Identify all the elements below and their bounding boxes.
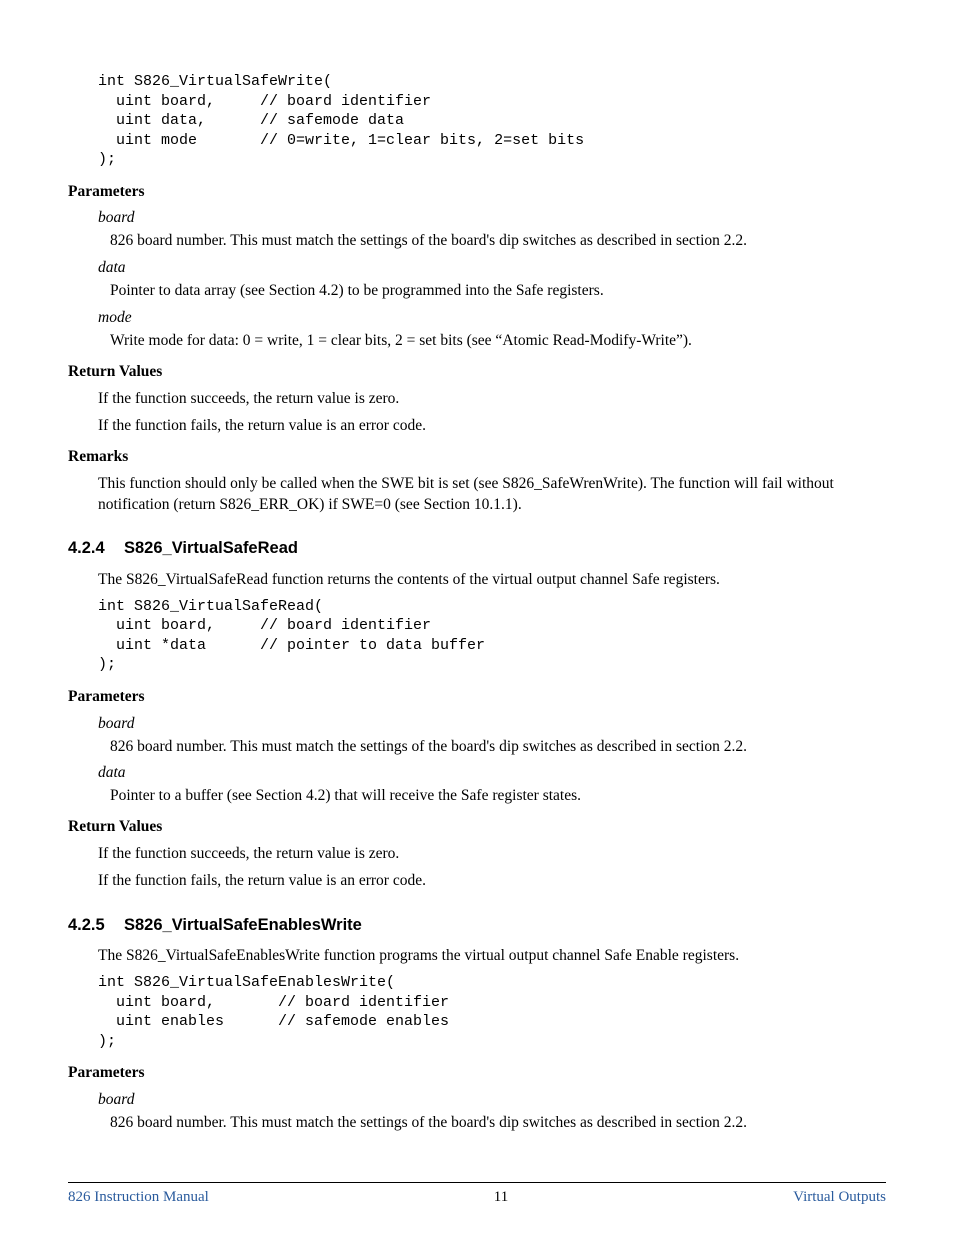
return-fail: If the function fails, the return value …	[98, 416, 886, 437]
footer-page-number: 11	[494, 1187, 508, 1207]
param-board-425: board	[98, 1090, 886, 1111]
param-data-desc: Pointer to data array (see Section 4.2) …	[110, 281, 886, 302]
return-success-424: If the function succeeds, the return val…	[98, 844, 886, 865]
param-board-424: board	[98, 714, 886, 735]
parameters-heading: Parameters	[68, 182, 886, 203]
return-values-heading: Return Values	[68, 362, 886, 383]
param-board-desc-424: 826 board number. This must match the se…	[110, 737, 886, 758]
param-mode: mode	[98, 308, 886, 329]
parameters-heading-424: Parameters	[68, 687, 886, 708]
param-mode-desc: Write mode for data: 0 = write, 1 = clea…	[110, 331, 886, 352]
param-board-desc-425: 826 board number. This must match the se…	[110, 1113, 886, 1134]
param-board: board	[98, 208, 886, 229]
section-number-425: 4.2.5	[68, 914, 124, 936]
param-data: data	[98, 258, 886, 279]
param-board-desc: 826 board number. This must match the se…	[110, 231, 886, 252]
section-title-425: S826_VirtualSafeEnablesWrite	[124, 916, 362, 934]
section-424-intro: The S826_VirtualSafeRead function return…	[98, 570, 886, 591]
footer-left: 826 Instruction Manual	[68, 1187, 209, 1207]
section-425-heading: 4.2.5S826_VirtualSafeEnablesWrite	[68, 914, 886, 936]
footer-right: Virtual Outputs	[793, 1187, 886, 1207]
remarks-heading: Remarks	[68, 447, 886, 468]
return-success: If the function succeeds, the return val…	[98, 389, 886, 410]
param-data-424: data	[98, 763, 886, 784]
section-title: S826_VirtualSafeRead	[124, 539, 298, 557]
code-block-saferead: int S826_VirtualSafeRead( uint board, //…	[98, 597, 886, 675]
param-data-desc-424: Pointer to a buffer (see Section 4.2) th…	[110, 786, 886, 807]
return-values-heading-424: Return Values	[68, 817, 886, 838]
section-425-intro: The S826_VirtualSafeEnablesWrite functio…	[98, 946, 886, 967]
remarks-text: This function should only be called when…	[98, 474, 886, 516]
parameters-heading-425: Parameters	[68, 1063, 886, 1084]
code-block-safewrite: int S826_VirtualSafeWrite( uint board, /…	[98, 72, 886, 170]
page-footer: 826 Instruction Manual 11 Virtual Output…	[68, 1182, 886, 1207]
code-block-safeenableswrite: int S826_VirtualSafeEnablesWrite( uint b…	[98, 973, 886, 1051]
section-number: 4.2.4	[68, 537, 124, 559]
section-424-heading: 4.2.4S826_VirtualSafeRead	[68, 537, 886, 559]
return-fail-424: If the function fails, the return value …	[98, 871, 886, 892]
